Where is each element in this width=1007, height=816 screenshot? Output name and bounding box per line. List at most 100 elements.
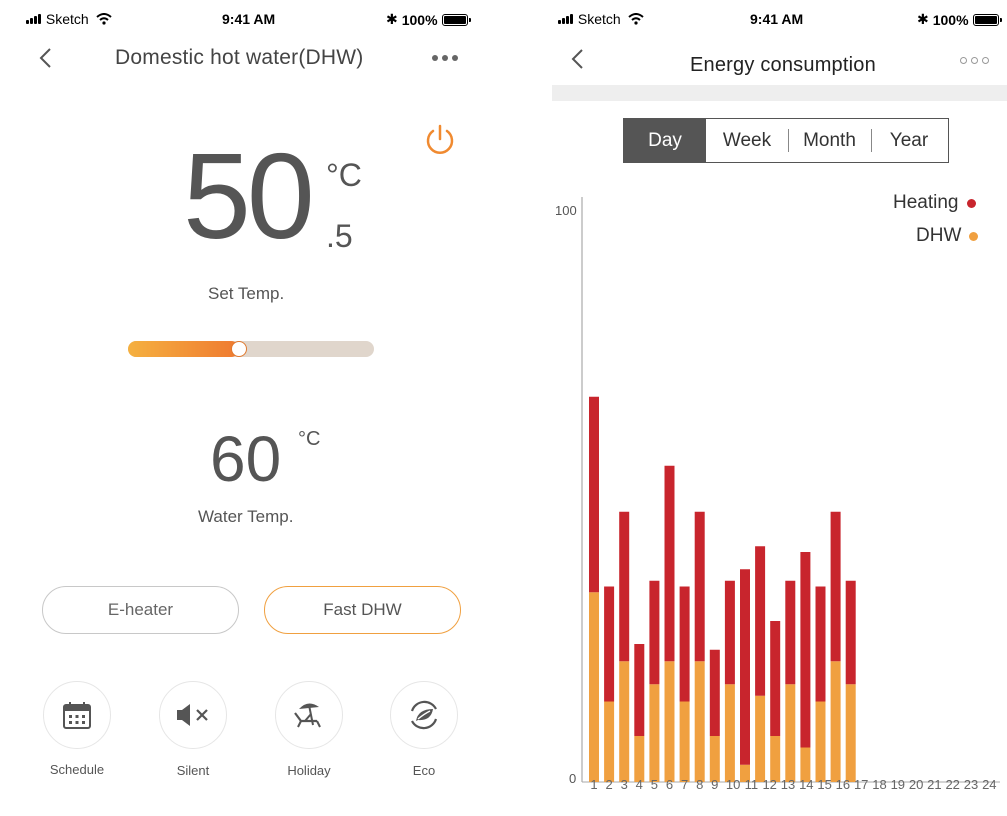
- x-tick-11: 11: [745, 777, 759, 790]
- bar-heating-6: [664, 465, 675, 662]
- bar-dhw-10: [724, 684, 735, 782]
- set-temp-decimal: .5: [326, 218, 353, 254]
- status-battery-left: ✱ 100%: [386, 11, 471, 28]
- x-tick-3: 3: [621, 777, 628, 790]
- bar-heating-10: [724, 580, 735, 685]
- bar-heating-5: [649, 580, 660, 685]
- x-tick-7: 7: [681, 777, 688, 790]
- battery-icon: [972, 13, 1002, 26]
- bar-heating-18: [845, 580, 856, 685]
- x-tick-12: 12: [762, 777, 776, 790]
- carrier-label: Sketch: [577, 11, 621, 27]
- bar-dhw-16: [815, 701, 826, 782]
- x-tick-16: 16: [836, 777, 850, 790]
- x-tick-5: 5: [651, 777, 658, 790]
- bar-dhw-13: [770, 736, 781, 782]
- x-tick-14: 14: [799, 777, 813, 790]
- bar-heating-13: [770, 621, 781, 736]
- battery-icon: [441, 13, 471, 26]
- set-temp-label: Set Temp.: [208, 284, 285, 303]
- x-tick-10: 10: [726, 777, 740, 790]
- more-options-icon[interactable]: [432, 55, 458, 61]
- x-tick-20: 20: [909, 777, 923, 790]
- bar-dhw-5: [649, 684, 660, 782]
- power-icon[interactable]: [423, 123, 457, 157]
- set-temp-unit: °C: [326, 157, 362, 193]
- battery-percent: 100%: [932, 11, 969, 28]
- x-tick-21: 21: [927, 777, 941, 790]
- back-chevron-icon[interactable]: [38, 47, 52, 69]
- bar-heating-4: [634, 644, 645, 736]
- x-tick-2: 2: [605, 777, 612, 790]
- x-tick-22: 22: [945, 777, 959, 790]
- temp-slider[interactable]: [128, 341, 374, 357]
- bar-heating-3: [619, 511, 630, 662]
- bar-heating-15: [800, 552, 811, 748]
- eco-button[interactable]: [390, 681, 458, 749]
- holiday-button[interactable]: [275, 681, 343, 749]
- silent-button[interactable]: [159, 681, 227, 749]
- wifi-icon: [627, 13, 644, 25]
- y-tick-100: 100: [555, 203, 577, 218]
- eco-label: Eco: [412, 763, 436, 778]
- bar-heating-8: [694, 511, 705, 662]
- bar-dhw-9: [709, 736, 720, 782]
- bar-heating-1: [589, 396, 599, 593]
- battery-percent: 100%: [401, 11, 438, 28]
- holiday-label: Holiday: [287, 763, 331, 778]
- status-time-right: 9:41 AM: [750, 11, 804, 27]
- x-tick-6: 6: [666, 777, 673, 790]
- bar-heating-16: [815, 586, 826, 702]
- page-title: Energy consumption: [690, 54, 876, 76]
- status-bar-left: Sketch: [26, 11, 112, 27]
- bar-dhw-18: [845, 684, 856, 782]
- bar-heating-9: [709, 649, 720, 736]
- x-tick-9: 9: [711, 777, 718, 790]
- bar-dhw-4: [634, 736, 645, 782]
- bar-dhw-8: [694, 661, 705, 782]
- status-bar-right: Sketch: [558, 11, 644, 27]
- more-options-icon[interactable]: [960, 57, 989, 64]
- schedule-label: Schedule: [49, 762, 105, 777]
- bluetooth-icon: ✱: [917, 11, 929, 27]
- tab-month[interactable]: Month: [788, 119, 871, 162]
- tab-week[interactable]: Week: [706, 119, 788, 162]
- bluetooth-icon: ✱: [386, 11, 398, 27]
- temp-slider-thumb[interactable]: [231, 341, 247, 357]
- eco-leaf-icon: [410, 700, 438, 730]
- back-chevron-icon[interactable]: [570, 48, 584, 70]
- calendar-icon: [63, 702, 91, 729]
- carrier-label: Sketch: [45, 11, 89, 27]
- bar-dhw-1: [589, 592, 599, 782]
- x-tick-13: 13: [781, 777, 795, 790]
- x-tick-17: 17: [854, 777, 868, 790]
- bar-heating-7: [679, 586, 690, 702]
- nav-divider: [552, 85, 1007, 101]
- water-temp-label: Water Temp.: [198, 507, 294, 526]
- schedule-button[interactable]: [43, 681, 111, 749]
- bar-heating-11: [740, 569, 750, 765]
- x-tick-18: 18: [872, 777, 886, 790]
- bar-dhw-7: [679, 701, 690, 782]
- x-tick-19: 19: [891, 777, 905, 790]
- bar-dhw-6: [664, 661, 675, 782]
- bar-heating-17: [830, 511, 841, 662]
- y-tick-0: 0: [569, 771, 577, 786]
- page-title: Domestic hot water(DHW): [115, 46, 364, 69]
- signal-icon: [26, 11, 42, 27]
- water-temp-unit: °C: [298, 428, 321, 450]
- eheater-button[interactable]: E-heater: [42, 586, 239, 634]
- bar-dhw-14: [785, 684, 796, 782]
- set-temp-value: 50: [183, 128, 315, 264]
- status-battery-right: ✱ 100%: [917, 11, 1002, 28]
- x-tick-8: 8: [696, 777, 703, 790]
- tab-year[interactable]: Year: [871, 119, 947, 162]
- tab-day[interactable]: Day: [624, 119, 706, 162]
- x-tick-23: 23: [964, 777, 978, 790]
- bar-heating-2: [604, 586, 615, 702]
- bar-dhw-2: [604, 701, 615, 782]
- bar-heating-14: [785, 580, 796, 685]
- x-tick-1: 1: [590, 777, 597, 790]
- fast-dhw-button[interactable]: Fast DHW: [264, 586, 461, 634]
- x-tick-15: 15: [817, 777, 831, 790]
